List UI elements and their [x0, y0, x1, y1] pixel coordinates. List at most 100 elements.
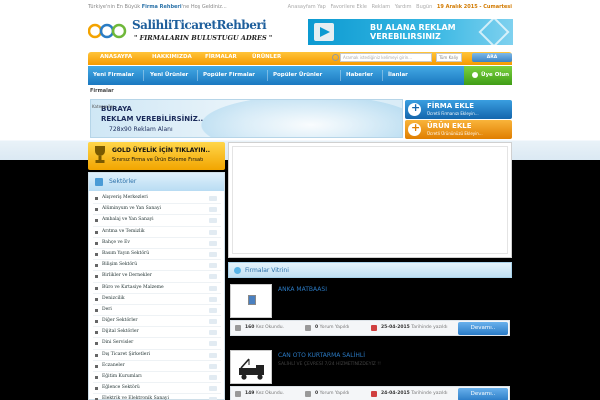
listing-title[interactable]: ANKA MATBAASI: [278, 286, 327, 293]
sektor-item-label: Basım Yayın Sektörü: [102, 250, 150, 256]
top-bar: Türkiye'nin En Büyük Firma Rehberi'ne Ho…: [88, 3, 512, 13]
register-button[interactable]: Üye Olun: [464, 66, 512, 85]
sektor-item[interactable]: Dijital Sektörler: [93, 327, 221, 339]
nav-haberler[interactable]: Haberler: [346, 72, 373, 78]
sektor-item[interactable]: Diğer Sektörler: [93, 316, 221, 328]
welcome-text: Türkiye'nin En Büyük Firma Rehberi'ne Ho…: [88, 4, 227, 10]
nav-separator: [382, 70, 383, 81]
sektor-item[interactable]: Alışveriş Merkezleri: [93, 193, 221, 205]
user-icon: [472, 72, 478, 78]
list-icon: [95, 178, 103, 186]
link-homepage[interactable]: Anasayfam Yap: [288, 4, 326, 10]
tow-truck-icon: [239, 358, 264, 380]
bullet-icon: [95, 331, 98, 335]
calendar-icon: [371, 325, 377, 331]
sektor-item[interactable]: Bahçe ve Ev: [93, 238, 221, 249]
link-reklam[interactable]: Reklam: [372, 4, 391, 10]
bullet-icon: [95, 376, 98, 379]
sektor-item[interactable]: Birlikler ve Dernekler: [93, 271, 221, 283]
listing-thumbnail[interactable]: [230, 350, 272, 384]
listing-thumbnail[interactable]: [230, 284, 272, 318]
bullet-icon: [95, 342, 98, 346]
nav-firmalar[interactable]: FİRMALAR: [205, 54, 237, 60]
sektor-item-label: Dini Servisler: [102, 340, 134, 346]
views-count: 160 Kez Okundu.: [245, 325, 284, 330]
sektor-item[interactable]: Basım Yayın Sektörü: [93, 249, 221, 261]
expand-arrow-icon: [209, 330, 217, 336]
nav-anasayfa[interactable]: ANASAYFA: [100, 54, 132, 60]
sektor-item[interactable]: Ambalaj ve Yan Sanayi: [93, 215, 221, 227]
sektor-item[interactable]: Deri: [93, 305, 221, 317]
sektorler-title: Sektörler: [109, 178, 137, 185]
welcome-prefix: Türkiye'nin En Büyük: [88, 4, 142, 10]
sektor-item[interactable]: Dış Ticaret Şirketleri: [93, 350, 221, 361]
link-favorites[interactable]: Favorilere Ekle: [330, 4, 367, 10]
expand-arrow-icon: [209, 240, 217, 246]
sektor-item-label: Eğlence Sektörü: [102, 385, 140, 391]
expand-arrow-icon: [209, 352, 217, 358]
search-button[interactable]: ARA: [472, 53, 512, 62]
listing-title[interactable]: CAN OTO KURTARMA SALİHLİ: [278, 352, 365, 359]
sub-nav: Yeni Firmalar Yeni Ürünler Popüler Firma…: [88, 66, 512, 85]
firma-ekle-button[interactable]: FİRMA EKLE Ücretli Firmanızı Ekleyin...: [405, 100, 512, 119]
gold-title: GOLD ÜYELİK İÇİN TIKLAYIN..: [112, 147, 211, 154]
sektor-item[interactable]: Büro ve Kırtasiye Malzeme: [93, 283, 221, 294]
top-links: Anasayfam Yap Favorilere Ekle Reklam Yar…: [285, 4, 512, 10]
sektor-item-label: Dış Ticaret Şirketleri: [102, 351, 151, 357]
expand-arrow-icon: [209, 375, 217, 380]
bullet-icon: [95, 387, 98, 391]
logo-circles-icon: [88, 23, 127, 39]
gold-subtitle: Sınırsız Firma ve Ürün Ekleme Fırsatı: [112, 157, 204, 163]
sektor-item[interactable]: Elektrik ve Elektronik Sanayi: [93, 394, 221, 400]
nav-separator: [197, 70, 198, 81]
current-date: 19 Aralık 2015 - Cumartesi: [436, 4, 512, 10]
nav-yeni-urunler[interactable]: Yeni Ürünler: [150, 72, 188, 78]
sektor-item[interactable]: Denizcilik: [93, 294, 221, 305]
vitrin-title: Firmalar Vitrini: [245, 267, 289, 274]
site-logo[interactable]: SalihliTicaretRehberi " FIRMALARIN BULUS…: [88, 18, 278, 46]
nav-hakkimizda[interactable]: HAKKIMIZDA: [152, 54, 192, 60]
sektor-item[interactable]: Bilişim Sektörü: [93, 260, 221, 272]
sektor-item[interactable]: Dini Servisler: [93, 338, 221, 350]
read-more-button[interactable]: Devamı..: [458, 388, 508, 400]
category-select[interactable]: Tüm Kaliy: [436, 53, 462, 62]
sektor-item-label: Arıtma ve Temizlik: [102, 228, 145, 234]
banner-ad-728x90[interactable]: BURAYA REKLAM VEREBİLİRSİNİZ.. 728x90 Re…: [90, 99, 403, 138]
bullet-icon: [95, 219, 98, 223]
gold-membership-banner[interactable]: GOLD ÜYELİK İÇİN TIKLAYIN.. Sınırsız Fir…: [88, 142, 225, 170]
read-more-button[interactable]: Devamı..: [458, 322, 508, 335]
sektor-item[interactable]: Eczaneler: [93, 361, 221, 372]
plus-icon: [408, 121, 421, 136]
bullet-icon: [95, 286, 98, 290]
sektor-item[interactable]: Eğitim Kurumları: [93, 372, 221, 384]
expand-arrow-icon: [209, 341, 217, 347]
link-yardim[interactable]: Yardım: [395, 4, 412, 10]
sektor-item[interactable]: Eğlence Sektörü: [93, 383, 221, 395]
nav-populer-firmalar[interactable]: Popüler Firmalar: [203, 72, 255, 78]
nav-urunler[interactable]: ÜRÜNLER: [252, 54, 281, 60]
expand-arrow-icon: [209, 251, 217, 257]
top-ad-banner[interactable]: BU ALANA REKLAM VEREBILIRSINIZ: [308, 19, 513, 45]
expand-arrow-icon: [209, 386, 217, 392]
firma-ekle-sub: Ücretli Firmanızı Ekleyin...: [427, 111, 479, 116]
sektor-item-label: Alışveriş Merkezleri: [102, 195, 148, 200]
sektor-item-label: Bahçe ve Ev: [102, 239, 130, 245]
nav-populer-urunler[interactable]: Popüler Ürünler: [273, 72, 322, 78]
top-ad-line1: BU ALANA REKLAM: [370, 23, 456, 32]
sektor-list: Alışveriş Merkezleri Alüminyum ve Yan San…: [93, 193, 221, 400]
sektor-item-label: Birlikler ve Dernekler: [102, 273, 152, 279]
expand-arrow-icon: [209, 274, 217, 280]
urun-ekle-title: ÜRÜN EKLE: [427, 122, 472, 130]
firmalar-label: Firmalar: [90, 88, 114, 94]
search-input[interactable]: Aramak istediğiniz kelimeyi girin...: [332, 53, 432, 62]
bullet-icon: [95, 364, 98, 368]
bullet-icon: [95, 208, 98, 212]
calendar-icon: [371, 391, 377, 397]
expand-arrow-icon: [209, 207, 217, 213]
sektor-item[interactable]: Alüminyum ve Yan Sanayi: [93, 204, 221, 216]
bullet-icon: [95, 197, 98, 200]
urun-ekle-button[interactable]: ÜRÜN EKLE Ücretli Ürününüzü Ekleyin...: [405, 120, 512, 139]
nav-yeni-firmalar[interactable]: Yeni Firmalar: [93, 72, 134, 78]
nav-ilanlar[interactable]: İlanlar: [388, 72, 408, 78]
sektor-item[interactable]: Arıtma ve Temizlik: [93, 227, 221, 238]
